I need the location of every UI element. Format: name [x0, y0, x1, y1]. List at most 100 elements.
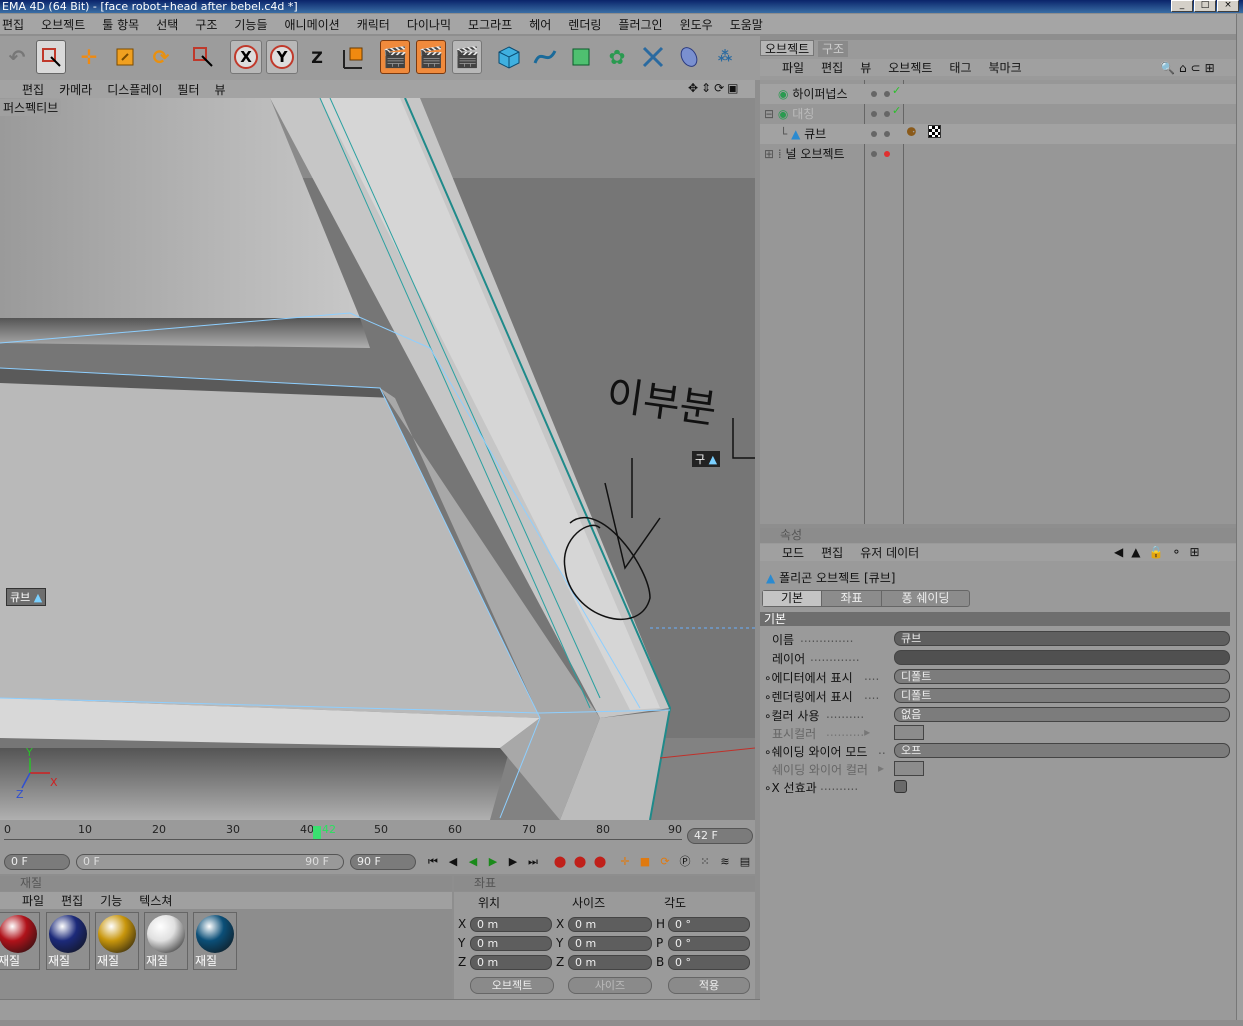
render-region-icon[interactable]: 🎬: [416, 40, 446, 74]
attr-display-color-swatch[interactable]: [894, 725, 924, 740]
spline-icon[interactable]: [530, 40, 560, 74]
cube-primitive-icon[interactable]: [494, 40, 524, 74]
material-swatch[interactable]: 재질: [193, 912, 237, 970]
key-scale-icon[interactable]: ■: [637, 854, 653, 870]
menu-dynamics[interactable]: 다이나믹: [407, 16, 451, 33]
3d-viewport[interactable]: 이부분 Y X Z 퍼스펙티브 큐브 ▲ 구 ▲: [0, 98, 755, 820]
current-frame-field[interactable]: 42 F: [687, 828, 753, 844]
objects-menu-view[interactable]: 뷰: [860, 59, 871, 76]
key-parameter-icon[interactable]: Ⓟ: [677, 854, 693, 870]
viewport-menu-filter[interactable]: 필터: [177, 81, 199, 98]
x-axis-lock-button[interactable]: X: [230, 40, 262, 74]
key-position-icon[interactable]: ✛: [617, 854, 633, 870]
frame-range-slider[interactable]: 0 F 90 F: [76, 854, 344, 870]
attr-tab-phong[interactable]: 퐁 쉐이딩: [881, 591, 969, 606]
coord-mode-dropdown[interactable]: 오브젝트: [470, 977, 554, 994]
material-swatch[interactable]: 재질: [95, 912, 139, 970]
coordinate-system-icon[interactable]: [338, 40, 368, 74]
render-visibility-dot[interactable]: [884, 91, 890, 97]
viewport-nav-icons[interactable]: ✥⇕⟳▣: [688, 81, 742, 95]
sphere-object-tag[interactable]: 구 ▲: [692, 451, 721, 467]
menu-mograph[interactable]: 모그라프: [468, 16, 512, 33]
selection-tool-icon[interactable]: [188, 40, 218, 74]
enabled-check-icon[interactable]: ✓: [892, 84, 901, 97]
attributes-menu-userdata[interactable]: 유저 데이터: [860, 544, 919, 561]
viewport-menu-camera[interactable]: 카메라: [59, 81, 92, 98]
attributes-menu-mode[interactable]: 모드: [782, 544, 804, 561]
end-frame-field[interactable]: 90 F: [350, 854, 416, 870]
expand-icon[interactable]: ⊞: [764, 147, 774, 161]
size-mode-dropdown[interactable]: 사이즈: [568, 977, 652, 994]
attr-name-input[interactable]: 큐브: [894, 631, 1230, 646]
timeline-options-icon[interactable]: ▤: [737, 854, 753, 870]
step-back-icon[interactable]: ◀: [445, 854, 461, 870]
object-row-cube[interactable]: └ ▲ 큐브: [780, 124, 826, 144]
array-icon[interactable]: ✿: [602, 40, 632, 74]
editor-visibility-dot[interactable]: [871, 131, 877, 137]
menu-animation[interactable]: 애니메이션: [285, 16, 340, 33]
keyframe-selection-icon[interactable]: ⬤: [592, 854, 608, 870]
z-axis-lock-button[interactable]: Z: [302, 40, 332, 74]
objects-menu-bookmarks[interactable]: 북마크: [989, 59, 1022, 76]
materials-menu-file[interactable]: 파일: [22, 892, 44, 909]
key-pla-icon[interactable]: ⁙: [697, 854, 713, 870]
move-icon[interactable]: ✛: [74, 40, 104, 74]
apply-button[interactable]: 적용: [668, 977, 750, 994]
viewport-menu-view[interactable]: 뷰: [215, 81, 226, 98]
menu-window[interactable]: 윈도우: [680, 16, 713, 33]
interpolation-icon[interactable]: ≋: [717, 854, 733, 870]
enabled-check-icon[interactable]: ✓: [892, 104, 901, 117]
attributes-nav-icons[interactable]: ◀▲🔒⚬⊞: [1114, 545, 1208, 559]
render-settings-icon[interactable]: 🎬: [452, 40, 482, 74]
deformer-icon[interactable]: [638, 40, 668, 74]
attr-shading-wire-dropdown[interactable]: 오프: [894, 743, 1230, 758]
auto-key-icon[interactable]: ⬤: [572, 854, 588, 870]
render-view-icon[interactable]: 🎬: [380, 40, 410, 74]
rotation-b-input[interactable]: 0 °: [668, 955, 750, 970]
scale-icon[interactable]: [110, 40, 140, 74]
y-axis-lock-button[interactable]: Y: [266, 40, 298, 74]
object-row-null[interactable]: ⊞ ⁞ 널 오브젝트: [764, 144, 845, 164]
goto-end-icon[interactable]: ⏭: [525, 854, 541, 870]
viewport-menu-display[interactable]: 디스플레이: [107, 81, 162, 98]
menu-help[interactable]: 도움말: [730, 16, 763, 33]
maximize-button[interactable]: □: [1194, 0, 1216, 12]
generator-icon[interactable]: [566, 40, 596, 74]
attr-tab-coord[interactable]: 좌표: [821, 591, 881, 606]
menu-edit[interactable]: 편집: [2, 16, 24, 33]
menu-structure[interactable]: 구조: [195, 16, 217, 33]
objects-menu-tags[interactable]: 태그: [949, 59, 971, 76]
viewport-menu-edit[interactable]: 편집: [22, 81, 44, 98]
start-frame-field[interactable]: 0 F: [4, 854, 70, 870]
menu-character[interactable]: 캐릭터: [357, 16, 390, 33]
size-x-input[interactable]: 0 m: [568, 917, 652, 932]
objects-menu-edit[interactable]: 편집: [821, 59, 843, 76]
key-rotation-icon[interactable]: ⟳: [657, 854, 673, 870]
position-y-input[interactable]: 0 m: [470, 936, 552, 951]
editor-visibility-dot[interactable]: [871, 111, 877, 117]
material-swatch[interactable]: 재질: [46, 912, 90, 970]
rotate-icon[interactable]: ⟳: [146, 40, 176, 74]
minimize-button[interactable]: _: [1171, 0, 1193, 12]
object-manager-nav-icons[interactable]: 🔍⌂⊂⊞: [1160, 61, 1219, 75]
undo-icon[interactable]: ↶: [2, 40, 32, 74]
materials-menu-edit[interactable]: 편집: [61, 892, 83, 909]
menu-tools[interactable]: 툴 항목: [102, 16, 139, 33]
attr-wire-color-swatch[interactable]: [894, 761, 924, 776]
material-swatch[interactable]: 재질: [0, 912, 40, 970]
menu-hair[interactable]: 헤어: [529, 16, 551, 33]
attr-xray-checkbox[interactable]: [894, 780, 907, 793]
attr-layer-field[interactable]: [894, 650, 1230, 665]
scene-object-icon[interactable]: [674, 40, 704, 74]
goto-start-icon[interactable]: ⏮: [425, 854, 441, 870]
menu-object[interactable]: 오브젝트: [41, 16, 85, 33]
position-x-input[interactable]: 0 m: [470, 917, 552, 932]
materials-menu-texture[interactable]: 텍스쳐: [139, 892, 172, 909]
menu-render[interactable]: 렌더링: [568, 16, 601, 33]
play-forward-icon[interactable]: ▶: [485, 854, 501, 870]
editor-visibility-dot[interactable]: [871, 151, 877, 157]
render-visibility-dot[interactable]: [884, 131, 890, 137]
cube-object-tag[interactable]: 큐브 ▲: [6, 588, 47, 606]
menu-select[interactable]: 선택: [156, 16, 178, 33]
attr-use-color-dropdown[interactable]: 없음: [894, 707, 1230, 722]
